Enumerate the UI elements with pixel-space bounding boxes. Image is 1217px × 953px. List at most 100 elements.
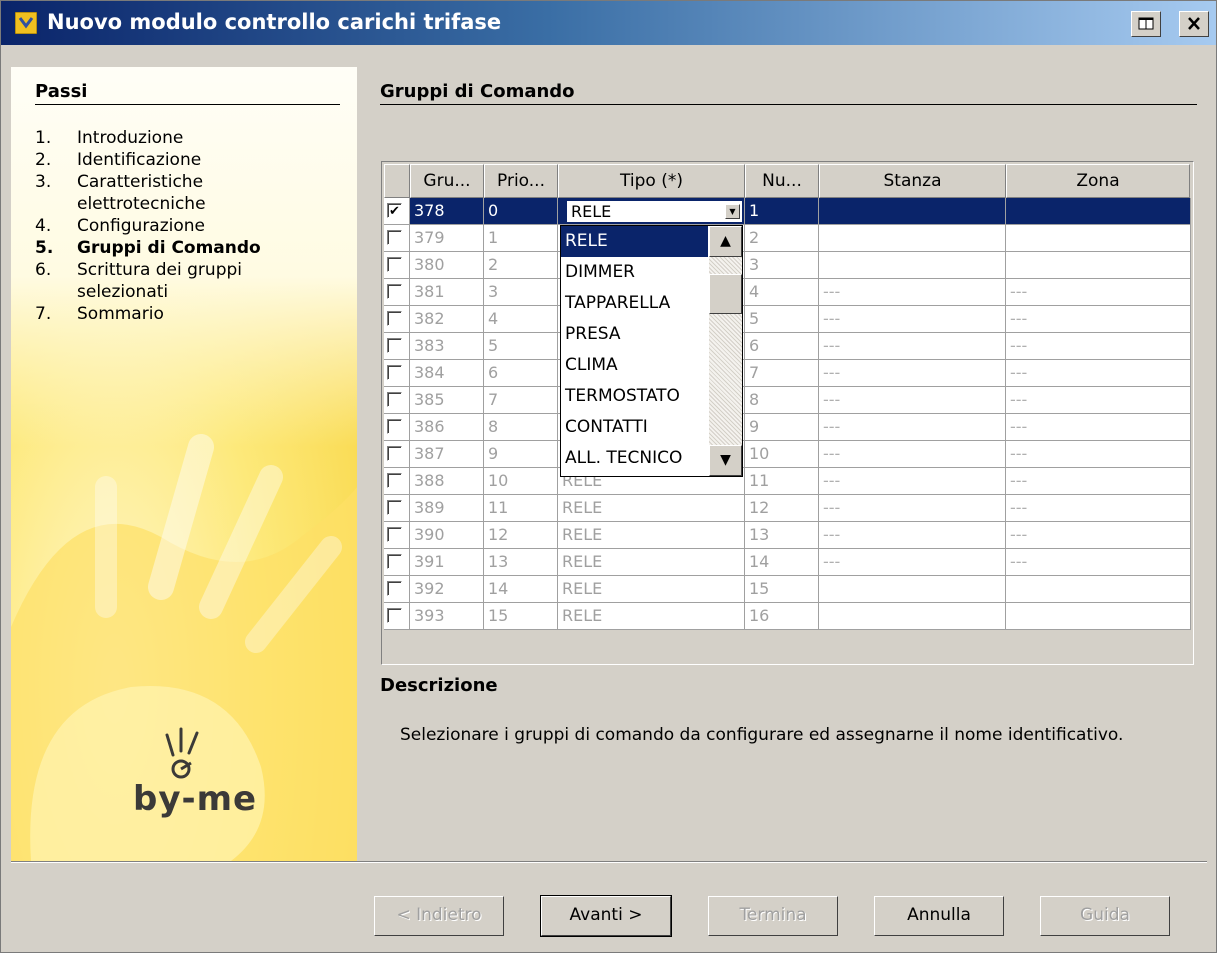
- prio-cell[interactable]: 11: [484, 495, 558, 522]
- row-checkbox-cell[interactable]: [384, 387, 410, 414]
- row-checkbox-cell[interactable]: [384, 441, 410, 468]
- stanza-cell[interactable]: ---: [819, 279, 1006, 306]
- zona-cell[interactable]: ---: [1006, 549, 1191, 576]
- tipo-cell[interactable]: RELE: [558, 549, 745, 576]
- dropdown-option[interactable]: DIMMER: [561, 257, 708, 288]
- stanza-cell[interactable]: ---: [819, 414, 1006, 441]
- row-checkbox[interactable]: [387, 257, 402, 272]
- zona-cell[interactable]: ---: [1006, 333, 1191, 360]
- tipo-dropdown-list[interactable]: RELE DIMMER TAPPARELLA PRESA CLIMA TERMOSTATO…: [560, 225, 743, 477]
- stanza-cell[interactable]: ---: [819, 387, 1006, 414]
- title-bar[interactable]: Nuovo modulo controllo carichi trifase: [1, 1, 1216, 45]
- stanza-cell[interactable]: ---: [819, 360, 1006, 387]
- stanza-cell[interactable]: [819, 198, 1006, 225]
- gruppo-cell[interactable]: 382: [410, 306, 484, 333]
- row-checkbox-cell[interactable]: [384, 279, 410, 306]
- dropdown-option[interactable]: ALL. TECNICO: [561, 443, 708, 474]
- row-checkbox[interactable]: [387, 284, 402, 299]
- row-checkbox-cell[interactable]: [384, 576, 410, 603]
- zona-cell[interactable]: [1006, 252, 1191, 279]
- zona-cell[interactable]: ---: [1006, 387, 1191, 414]
- column-header-gruppo[interactable]: Gru...: [410, 164, 484, 198]
- scroll-down-button[interactable]: ▼: [709, 445, 742, 476]
- gruppo-cell[interactable]: 389: [410, 495, 484, 522]
- command-groups-grid[interactable]: Gru... Prio... Tipo (*) Nu... Stanza Zon…: [381, 161, 1194, 665]
- table-row[interactable]: 387 9 10 --- ---: [384, 441, 1191, 468]
- zona-cell[interactable]: ---: [1006, 306, 1191, 333]
- prio-cell[interactable]: 12: [484, 522, 558, 549]
- column-header-priorita[interactable]: Prio...: [484, 164, 558, 198]
- tipo-cell[interactable]: RELE: [558, 576, 745, 603]
- gruppo-cell[interactable]: 387: [410, 441, 484, 468]
- stanza-cell[interactable]: ---: [819, 549, 1006, 576]
- scroll-up-button[interactable]: ▲: [709, 226, 742, 257]
- tipo-cell[interactable]: RELE: [558, 522, 745, 549]
- gruppo-cell[interactable]: 380: [410, 252, 484, 279]
- row-checkbox[interactable]: [387, 419, 402, 434]
- gruppo-cell[interactable]: 384: [410, 360, 484, 387]
- column-header-select[interactable]: [384, 164, 410, 198]
- help-button[interactable]: Guida: [1040, 896, 1170, 936]
- zona-cell[interactable]: ---: [1006, 468, 1191, 495]
- table-row[interactable]: 391 13 RELE 14 --- ---: [384, 549, 1191, 576]
- table-row[interactable]: 393 15 RELE 16: [384, 603, 1191, 630]
- table-row[interactable]: 383 5 6 --- ---: [384, 333, 1191, 360]
- num-cell[interactable]: 10: [745, 441, 819, 468]
- num-cell[interactable]: 12: [745, 495, 819, 522]
- row-checkbox[interactable]: [387, 365, 402, 380]
- dropdown-option[interactable]: TAPPARELLA: [561, 288, 708, 319]
- zona-cell[interactable]: ---: [1006, 522, 1191, 549]
- prio-cell[interactable]: 15: [484, 603, 558, 630]
- cancel-button[interactable]: Annulla: [874, 896, 1004, 936]
- dropdown-option[interactable]: CONTATTI: [561, 412, 708, 443]
- prio-cell[interactable]: 3: [484, 279, 558, 306]
- num-cell[interactable]: 11: [745, 468, 819, 495]
- dropdown-option[interactable]: RELE: [561, 226, 708, 257]
- prio-cell[interactable]: 13: [484, 549, 558, 576]
- table-row[interactable]: 392 14 RELE 15: [384, 576, 1191, 603]
- row-checkbox[interactable]: [387, 554, 402, 569]
- table-row[interactable]: 388 10 RELE 11 --- ---: [384, 468, 1191, 495]
- gruppo-cell[interactable]: 390: [410, 522, 484, 549]
- row-checkbox-cell[interactable]: [384, 549, 410, 576]
- zona-cell[interactable]: ---: [1006, 279, 1191, 306]
- back-button[interactable]: < Indietro: [374, 896, 504, 936]
- stanza-cell[interactable]: ---: [819, 495, 1006, 522]
- prio-cell[interactable]: 2: [484, 252, 558, 279]
- table-row[interactable]: 379 1 2: [384, 225, 1191, 252]
- zona-cell[interactable]: ---: [1006, 360, 1191, 387]
- prio-cell[interactable]: 0: [484, 198, 558, 225]
- table-row[interactable]: 386 8 9 --- ---: [384, 414, 1191, 441]
- tipo-cell[interactable]: RELE: [558, 495, 745, 522]
- zona-cell[interactable]: ---: [1006, 495, 1191, 522]
- row-checkbox[interactable]: [387, 446, 402, 461]
- table-row[interactable]: 384 6 7 --- ---: [384, 360, 1191, 387]
- row-checkbox-cell[interactable]: [384, 198, 410, 225]
- num-cell[interactable]: 6: [745, 333, 819, 360]
- stanza-cell[interactable]: [819, 603, 1006, 630]
- row-checkbox-cell[interactable]: [384, 252, 410, 279]
- row-checkbox[interactable]: [387, 608, 402, 623]
- dropdown-option[interactable]: CLIMA: [561, 350, 708, 381]
- zona-cell[interactable]: ---: [1006, 441, 1191, 468]
- gruppo-cell[interactable]: 378: [410, 198, 484, 225]
- table-row[interactable]: 385 7 8 --- ---: [384, 387, 1191, 414]
- prio-cell[interactable]: 8: [484, 414, 558, 441]
- tipo-combobox[interactable]: RELE ▼: [566, 200, 743, 223]
- prio-cell[interactable]: 14: [484, 576, 558, 603]
- zona-cell[interactable]: [1006, 225, 1191, 252]
- column-header-tipo[interactable]: Tipo (*): [558, 164, 745, 198]
- stanza-cell[interactable]: ---: [819, 441, 1006, 468]
- scroll-thumb[interactable]: [709, 274, 742, 314]
- gruppo-cell[interactable]: 386: [410, 414, 484, 441]
- gruppo-cell[interactable]: 388: [410, 468, 484, 495]
- row-checkbox-cell[interactable]: [384, 414, 410, 441]
- finish-button[interactable]: Termina: [708, 896, 838, 936]
- column-header-stanza[interactable]: Stanza: [819, 164, 1006, 198]
- prio-cell[interactable]: 6: [484, 360, 558, 387]
- row-checkbox-cell[interactable]: [384, 225, 410, 252]
- prio-cell[interactable]: 9: [484, 441, 558, 468]
- row-checkbox-cell[interactable]: [384, 360, 410, 387]
- gruppo-cell[interactable]: 379: [410, 225, 484, 252]
- stanza-cell[interactable]: [819, 225, 1006, 252]
